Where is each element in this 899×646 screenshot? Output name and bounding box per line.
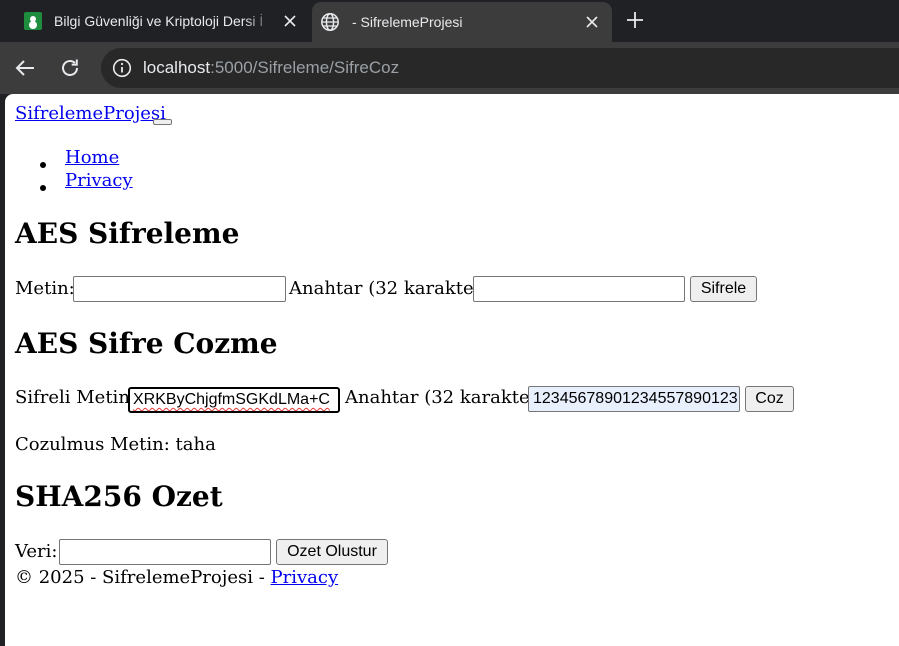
close-icon[interactable] [276, 7, 304, 35]
tab-title: - SifrelemeProjesi [352, 14, 463, 30]
encrypt-heading: AES Sifreleme [15, 217, 240, 250]
footer-privacy-link[interactable]: Privacy [271, 567, 339, 588]
decrypt-button[interactable]: Coz [745, 386, 794, 412]
list-bullet [40, 162, 46, 168]
close-icon[interactable] [578, 8, 606, 36]
result-value: taha [175, 434, 216, 455]
data-input[interactable] [59, 539, 271, 565]
globe-icon [320, 12, 340, 32]
tab-strip: Bilgi Güvenliği ve Kriptoloji Dersi İ - … [0, 0, 899, 42]
plus-icon [627, 12, 643, 28]
result-label: Cozulmus Metin: [15, 434, 170, 455]
list-bullet [40, 185, 46, 191]
url-host: localhost [143, 58, 211, 77]
url-text: localhost:5000/Sifreleme/SifreCoz [143, 58, 399, 78]
tab-title: Bilgi Güvenliği ve Kriptoloji Dersi İ [54, 13, 264, 29]
key-label: Anahtar (32 karakter): [345, 387, 552, 408]
arrow-left-icon [15, 60, 34, 76]
footer-copyright: © 2025 - SifrelemeProjesi - [15, 567, 265, 588]
tab-sifreleme-projesi[interactable]: - SifrelemeProjesi [312, 2, 612, 42]
page-viewport: SifrelemeProjesi Home Privacy AES Sifrel… [5, 94, 899, 646]
cipher-input-value: XRKByChjgfmSGKdLMa+C [133, 391, 330, 408]
text-label: Metin: [15, 278, 75, 299]
url-path: :5000/Sifreleme/SifreCoz [210, 58, 400, 77]
nav-link-privacy[interactable]: Privacy [65, 170, 133, 191]
hash-button[interactable]: Ozet Olustur [276, 539, 388, 565]
encrypt-button[interactable]: Sifrele [690, 276, 757, 302]
address-bar[interactable]: localhost:5000/Sifreleme/SifreCoz [101, 48, 899, 88]
back-button[interactable] [11, 54, 39, 82]
new-tab-button[interactable] [620, 5, 650, 35]
nav-link-home[interactable]: Home [65, 147, 119, 168]
hash-heading: SHA256 Ozet [15, 480, 223, 513]
text-input[interactable] [73, 276, 286, 302]
data-label: Veri: [15, 541, 58, 562]
cipher-input[interactable]: XRKByChjgfmSGKdLMa+C [128, 387, 340, 413]
tab-classroom[interactable]: Bilgi Güvenliği ve Kriptoloji Dersi İ [8, 0, 310, 42]
key-input[interactable] [473, 276, 685, 302]
brand-link[interactable]: SifrelemeProjesi [15, 103, 166, 124]
decrypt-heading: AES Sifre Cozme [15, 327, 278, 360]
decrypted-result: Cozulmus Metin: taha [15, 434, 216, 455]
navbar-toggler-button[interactable] [153, 119, 172, 125]
key-input[interactable]: 12345678901234557890123 [528, 386, 740, 412]
browser-toolbar: localhost:5000/Sifreleme/SifreCoz [0, 42, 899, 94]
classroom-icon [24, 12, 42, 30]
key-label: Anahtar (32 karakter): [289, 278, 496, 299]
reload-icon [62, 59, 78, 76]
info-icon[interactable] [111, 57, 133, 79]
cipher-label: Sifreli Metin: [15, 387, 136, 408]
footer: © 2025 - SifrelemeProjesi - Privacy [15, 567, 338, 588]
reload-button[interactable] [56, 54, 84, 82]
